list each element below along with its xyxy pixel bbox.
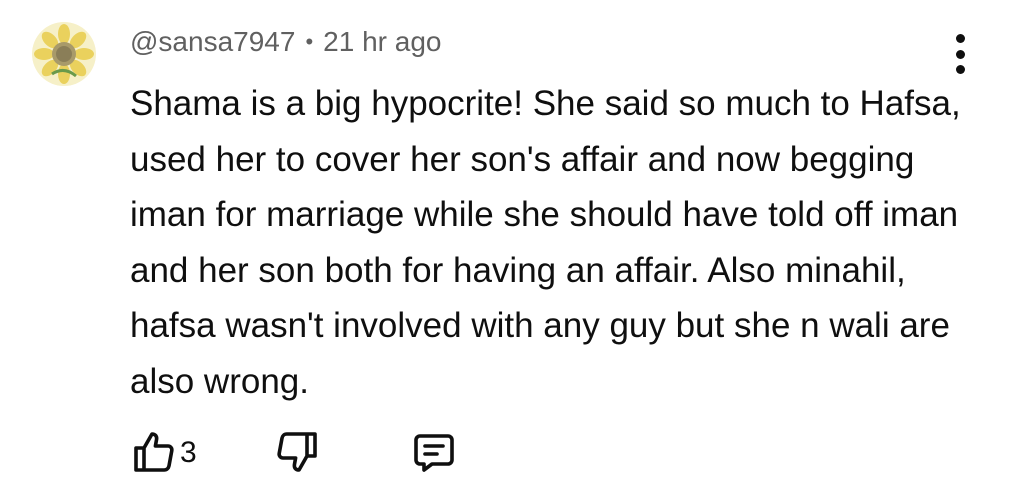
comment-timestamp[interactable]: 21 hr ago [323, 26, 441, 58]
like-count: 3 [180, 436, 197, 469]
avatar[interactable] [32, 22, 96, 86]
author-handle[interactable]: @sansa7947 [130, 26, 295, 58]
menu-dot [955, 65, 965, 74]
like-button[interactable] [130, 428, 178, 476]
reply-comment-icon [414, 434, 454, 472]
comment-text: Shama is a big hypocrite! She said so mu… [130, 84, 961, 401]
menu-dot [955, 34, 965, 43]
more-vertical-icon[interactable] [943, 34, 977, 74]
thumbs-up-icon [134, 432, 174, 472]
menu-dot [955, 49, 965, 59]
dislike-button[interactable] [273, 428, 321, 476]
thumbs-down-icon [277, 432, 317, 472]
reply-button[interactable] [410, 428, 458, 476]
separator-dot: • [305, 29, 314, 54]
comment-header: @sansa7947 • 21 hr ago [130, 26, 441, 58]
sunflower-icon [32, 22, 96, 86]
